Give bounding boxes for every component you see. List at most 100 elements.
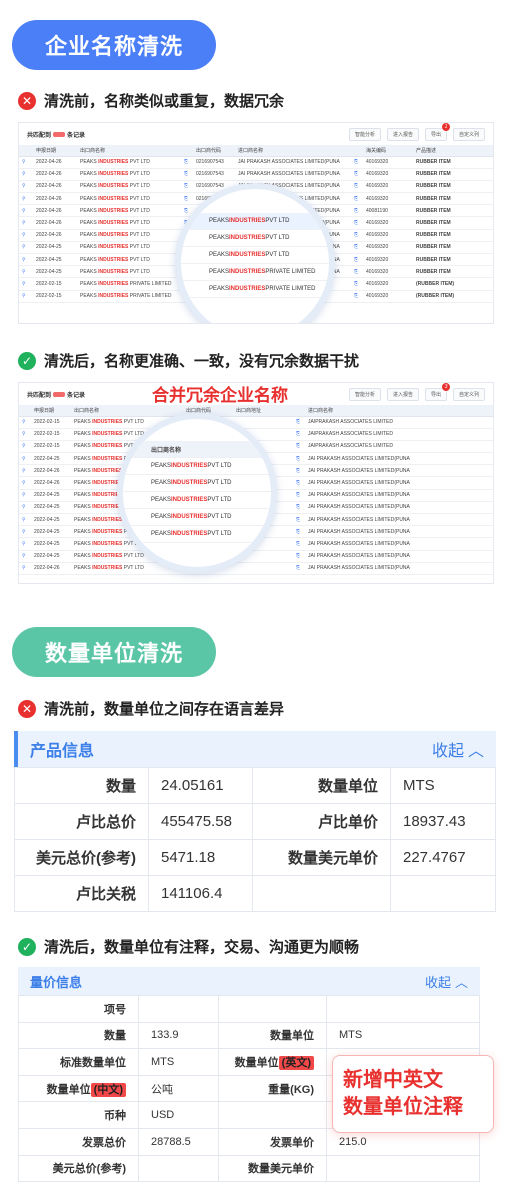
copy-icon[interactable]: ⎘	[351, 216, 363, 230]
highlight-keyword: INDUSTRIES	[229, 286, 266, 292]
hscode-cell: 40169320	[363, 253, 413, 267]
highlight-keyword: INDUSTRIES	[171, 497, 208, 503]
importer-cell: JAIPRAKASH ASSOCIATES LIMITED	[305, 440, 493, 454]
copy-icon[interactable]: ⎘	[351, 241, 363, 255]
search-icon[interactable]: ⚲	[19, 476, 31, 490]
importer-cell: JAI PRAKASH ASSOCIATES LIMITED(PUNA	[305, 476, 493, 490]
search-icon[interactable]: ⚲	[19, 525, 31, 539]
date-cell: 2022-02-15	[31, 428, 71, 441]
toolbar-button[interactable]: 导出 3	[424, 383, 450, 401]
highlight-keyword: INDUSTRIES	[98, 232, 129, 239]
toolbar-button[interactable]: 自定义列	[452, 387, 485, 401]
search-icon[interactable]: ⚲	[19, 416, 31, 429]
copy-icon[interactable]: ⎘	[293, 440, 305, 454]
toolbar-button[interactable]: 智能分析	[348, 127, 381, 141]
search-icon[interactable]: ⚲	[19, 277, 33, 291]
copy-icon[interactable]: ⎘	[293, 476, 305, 490]
highlight-keyword: INDUSTRIES	[171, 480, 208, 486]
error-icon: ✕	[18, 699, 36, 718]
search-icon[interactable]: ⚲	[19, 428, 31, 441]
copy-icon[interactable]: ⎘	[293, 537, 305, 551]
toolbar-button[interactable]: 自定义列	[452, 127, 485, 141]
copy-icon[interactable]: ⎘	[351, 204, 363, 218]
note-line-2: 数量单位注释	[343, 1096, 463, 1118]
search-icon[interactable]: ⚲	[19, 204, 33, 218]
info-row: 美元总价(参考) 5471.18 数量美元单价 227.4767	[14, 839, 496, 876]
table-row[interactable]: ⚲2022-04-26PEAKS INDUSTRIES PVT LTD⎘0216…	[19, 562, 493, 575]
search-icon[interactable]: ⚲	[19, 229, 33, 242]
address-cell	[233, 562, 293, 575]
highlight-keyword: INDUSTRIES	[171, 463, 208, 469]
highlight-keyword: INDUSTRIES	[229, 218, 266, 224]
field-value: 133.9	[138, 1021, 219, 1050]
copy-icon[interactable]: ⎘	[181, 192, 193, 206]
copy-icon[interactable]: ⎘	[351, 229, 363, 242]
search-icon[interactable]: ⚲	[19, 501, 31, 515]
col-header: 出口商地址	[233, 405, 293, 417]
exporter-name-cell: PEAKS INDUSTRIES PRIVATE LIMITED	[77, 277, 181, 291]
exporter-name-cell: PEAKS INDUSTRIES PVT LTD	[77, 265, 181, 279]
search-icon[interactable]: ⚲	[19, 440, 31, 454]
copy-icon[interactable]: ⎘	[351, 180, 363, 194]
copy-icon[interactable]: ⎘	[351, 290, 363, 303]
field-label: 发票总价	[18, 1127, 139, 1156]
toolbar-button[interactable]: 进入报告	[386, 127, 419, 141]
highlight-keyword: INDUSTRIES	[98, 244, 129, 251]
search-icon[interactable]: ⚲	[19, 513, 31, 527]
table-row[interactable]: ⚲2022-02-15PEAKS INDUSTRIES PVT LTD⎘0216…	[19, 416, 493, 429]
table-row[interactable]: ⚲2022-04-26PEAKS INDUSTRIES PVT LTD⎘0216…	[19, 156, 493, 169]
table-row[interactable]: ⚲2022-04-25PEAKS INDUSTRIES PVT LTD⎘0216…	[19, 550, 493, 563]
info-row: 卢比总价 455475.58 卢比单价 18937.43	[14, 803, 496, 840]
product-cell: (RUBBER ITEM)	[413, 290, 493, 303]
search-icon[interactable]: ⚲	[19, 562, 31, 575]
search-icon[interactable]: ⚲	[19, 253, 33, 267]
copy-icon[interactable]: ⎘	[351, 277, 363, 291]
error-icon: ✕	[18, 91, 36, 110]
importer-cell: JAI PRAKASH ASSOCIATES LIMITED(PUNA	[305, 513, 493, 527]
toolbar-button[interactable]: 进入报告	[386, 387, 419, 401]
toolbar: 智能分析 进入报告 导出 3 自定义列	[348, 383, 485, 401]
copy-icon[interactable]: ⎘	[351, 192, 363, 206]
copy-icon[interactable]: ⎘	[293, 428, 305, 441]
toolbar-button[interactable]: 智能分析	[348, 387, 381, 401]
copy-icon[interactable]: ⎘	[293, 416, 305, 429]
collapse-button[interactable]: 收起 ︿	[432, 737, 484, 761]
copy-icon[interactable]: ⎘	[351, 265, 363, 279]
search-icon[interactable]: ⚲	[19, 192, 33, 206]
col-header: 进口商名称	[305, 405, 493, 417]
check-icon: ✓	[18, 937, 36, 956]
search-icon[interactable]: ⚲	[19, 265, 33, 279]
importer-cell: JAIPRAKASH ASSOCIATES LIMITED	[305, 416, 493, 429]
copy-icon[interactable]: ⎘	[293, 464, 305, 478]
copy-icon[interactable]: ⎘	[351, 156, 363, 169]
search-icon[interactable]: ⚲	[19, 241, 33, 255]
collapse-button[interactable]: 收起 ︿	[425, 972, 468, 991]
copy-icon[interactable]: ⎘	[181, 156, 193, 169]
product-cell: RUBBER ITEM	[413, 229, 493, 242]
search-icon[interactable]: ⚲	[19, 537, 31, 551]
search-icon[interactable]: ⚲	[19, 489, 31, 502]
search-icon[interactable]: ⚲	[19, 290, 33, 303]
search-icon[interactable]: ⚲	[19, 452, 31, 466]
search-icon[interactable]: ⚲	[19, 156, 33, 169]
search-icon[interactable]: ⚲	[19, 216, 33, 230]
copy-icon[interactable]: ⎘	[293, 550, 305, 563]
search-icon[interactable]: ⚲	[19, 464, 31, 478]
copy-icon[interactable]: ⎘	[181, 168, 193, 181]
copy-icon[interactable]: ⎘	[293, 525, 305, 539]
table-row[interactable]: ⚲2022-04-26PEAKS INDUSTRIES PVT LTD⎘0216…	[19, 168, 493, 181]
chevron-up-icon: ︿	[467, 743, 484, 760]
search-icon[interactable]: ⚲	[19, 180, 33, 194]
copy-icon[interactable]: ⎘	[293, 501, 305, 515]
copy-icon[interactable]: ⎘	[351, 253, 363, 267]
copy-icon[interactable]: ⎘	[293, 562, 305, 575]
panel-header: 量价信息 收起 ︿	[18, 967, 480, 995]
search-icon[interactable]: ⚲	[19, 168, 33, 181]
copy-icon[interactable]: ⎘	[293, 452, 305, 466]
copy-icon[interactable]: ⎘	[293, 489, 305, 502]
copy-icon[interactable]: ⎘	[293, 513, 305, 527]
copy-icon[interactable]: ⎘	[351, 168, 363, 181]
toolbar-button[interactable]: 导出 1	[424, 123, 450, 141]
search-icon[interactable]: ⚲	[19, 550, 31, 563]
copy-icon[interactable]: ⎘	[181, 180, 193, 194]
